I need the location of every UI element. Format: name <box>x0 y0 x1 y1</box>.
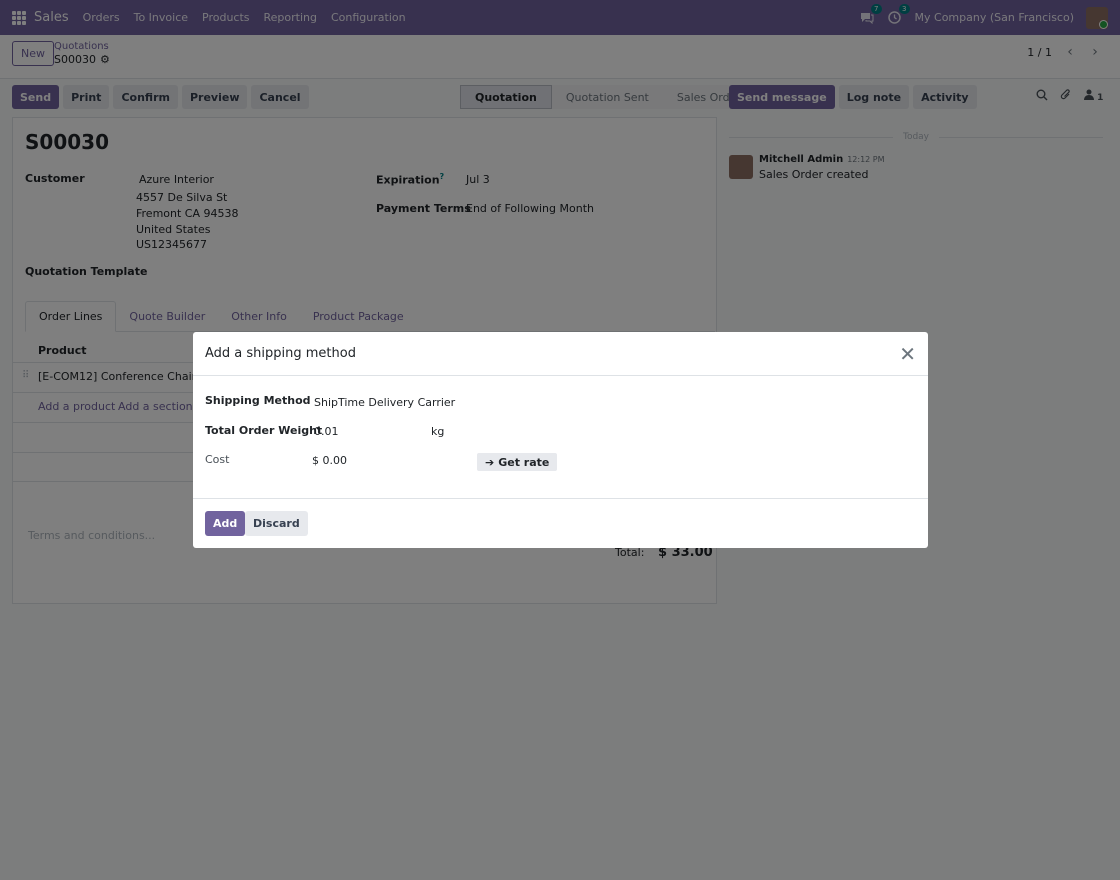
dialog-header: Add a shipping method ✕ <box>193 332 928 376</box>
close-icon[interactable]: ✕ <box>899 344 916 364</box>
arrow-right-icon: ➔ <box>485 455 495 469</box>
get-rate-label: Get rate <box>498 455 550 469</box>
weight-field[interactable]: 0.01 <box>314 425 339 438</box>
weight-label: Total Order Weight <box>205 424 323 437</box>
shipping-method-dialog: Add a shipping method ✕ Shipping Method … <box>193 332 928 548</box>
get-rate-button[interactable]: ➔ Get rate <box>477 453 558 471</box>
cost-label: Cost <box>205 453 230 466</box>
add-button[interactable]: Add <box>205 511 246 536</box>
shipping-method-label: Shipping Method <box>205 394 311 407</box>
weight-unit: kg <box>431 425 445 438</box>
shipping-method-field[interactable]: ShipTime Delivery Carrier <box>314 396 455 409</box>
dialog-title: Add a shipping method <box>205 346 356 361</box>
cost-value: $ 0.00 <box>312 454 347 467</box>
dialog-footer: Add Discard <box>193 498 928 548</box>
discard-button[interactable]: Discard <box>245 511 308 536</box>
